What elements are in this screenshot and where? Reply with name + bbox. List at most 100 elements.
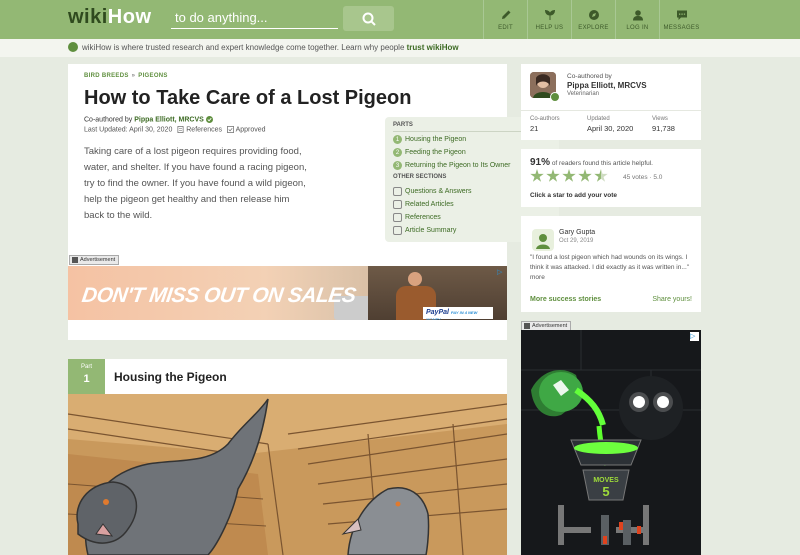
- header-nav: EDIT HELP US EXPLORE LOG IN MESSAGES: [483, 0, 703, 39]
- approved-label[interactable]: Approved: [236, 126, 266, 133]
- helpful-percent-value: 91%: [530, 157, 551, 168]
- article-header-card: BIRD BREEDS» PIGEONS How to Take Care of …: [68, 64, 559, 340]
- part-badge: Part 1: [68, 359, 105, 394]
- pigeon-box-drawing: [68, 394, 507, 555]
- article-title: How to Take Care of a Lost Pigeon: [84, 87, 412, 109]
- story-author: Gary Gupta: [559, 229, 596, 236]
- leaf-icon: [544, 9, 555, 20]
- references-icon: [393, 213, 402, 222]
- nav-edit[interactable]: EDIT: [483, 0, 527, 39]
- toc-part-3[interactable]: 3 Returning the Pigeon to Its Owner: [393, 161, 510, 170]
- toc-related-articles[interactable]: Related Articles: [393, 200, 454, 209]
- star-rating[interactable]: [530, 169, 608, 183]
- toc-part-number: 2: [393, 148, 402, 157]
- logo-wiki: wiki: [68, 6, 108, 28]
- compass-icon: [588, 9, 599, 20]
- toc-part-1[interactable]: 1 Housing the Pigeon: [393, 135, 466, 144]
- wikihow-logo[interactable]: wikiHow: [68, 6, 152, 29]
- more-success-stories-link[interactable]: More success stories: [530, 296, 601, 303]
- star-icon[interactable]: [546, 169, 560, 182]
- helpful-percentage: 91% of readers found this article helpfu…: [530, 157, 653, 168]
- game-ad[interactable]: MOVES 5 ▷: [521, 330, 701, 555]
- nav-help-us[interactable]: HELP US: [527, 0, 571, 39]
- half-star-icon[interactable]: [594, 169, 608, 182]
- verified-check-icon: [68, 42, 78, 52]
- chat-icon: [676, 10, 687, 20]
- verified-badge-icon: [205, 116, 213, 123]
- reader-avatar: [532, 229, 554, 251]
- stat-views: Views 91,738: [652, 116, 675, 133]
- rating-cta: Click a star to add your vote: [530, 192, 618, 199]
- coauthor-line: Co-authored by Pippa Elliott, MRCVS: [84, 116, 213, 123]
- summary-icon: [393, 226, 402, 235]
- nav-label: EDIT: [498, 24, 513, 31]
- ad-info-icon: [72, 257, 78, 263]
- toc-parts-heading: PARTS: [393, 122, 413, 128]
- breadcrumb-item[interactable]: BIRD BREEDS: [84, 73, 129, 79]
- toc-part-number: 3: [393, 161, 402, 170]
- article-intro: Taking care of a lost pigeon requires pr…: [84, 146, 307, 221]
- breadcrumb: BIRD BREEDS» PIGEONS: [84, 73, 168, 79]
- helpfulness-rating-card: 91% of readers found this article helpfu…: [521, 149, 701, 207]
- approved-icon: [227, 126, 234, 133]
- advertisement-label: Advertisement: [80, 257, 116, 263]
- toc-part-label: Feeding the Pigeon: [405, 149, 466, 156]
- stat-coauthors: Co-authors 21: [530, 116, 560, 133]
- toc-part-label: Returning the Pigeon to Its Owner: [405, 162, 511, 169]
- adchoices-icon[interactable]: ▷: [690, 332, 699, 341]
- coauthor-label: Co-authored by: [567, 73, 612, 80]
- stat-label: Views: [652, 116, 668, 122]
- potion-puzzle-artwork: MOVES 5: [521, 330, 701, 555]
- success-story-card: Gary Gupta Oct 29, 2019 "I found a lost …: [521, 216, 701, 312]
- nav-messages[interactable]: MESSAGES: [659, 0, 703, 39]
- nav-explore[interactable]: EXPLORE: [571, 0, 615, 39]
- search-input[interactable]: [171, 7, 338, 29]
- breadcrumb-separator: »: [131, 73, 136, 79]
- toc-part-2[interactable]: 2 Feeding the Pigeon: [393, 148, 466, 157]
- article-stats: Co-authors 21 Updated April 30, 2020 Views…: [521, 110, 701, 133]
- star-icon[interactable]: [578, 169, 592, 182]
- toc-other-heading: OTHER SECTIONS: [393, 174, 447, 180]
- banner-ad[interactable]: DON'T MISS OUT ON SALES PayPal PAY IN 4 …: [68, 266, 507, 320]
- stat-updated: Updated April 30, 2020: [587, 116, 633, 133]
- advertisement-label: Advertisement: [532, 323, 568, 329]
- updated-date: Last Updated: April 30, 2020: [84, 126, 173, 134]
- nav-log-in[interactable]: LOG IN: [615, 0, 659, 39]
- coauthor-card: Co-authored by Pippa Elliott, MRCVS Vete…: [521, 64, 701, 140]
- coauthor-role: Veterinarian: [567, 91, 600, 97]
- references-icon: [177, 126, 184, 133]
- toc-item-label: Article Summary: [405, 227, 457, 234]
- share-yours-link[interactable]: Share yours!: [652, 296, 692, 303]
- pigeon-illustration[interactable]: [68, 394, 507, 555]
- coauthor-name[interactable]: Pippa Elliott, MRCVS: [567, 81, 647, 90]
- advertisement-badge: Advertisement: [69, 255, 120, 265]
- pencil-icon: [501, 10, 510, 19]
- star-icon[interactable]: [530, 169, 544, 182]
- toc-references[interactable]: References: [393, 213, 441, 222]
- toc-article-summary[interactable]: Article Summary: [393, 226, 456, 235]
- coauthor-prefix: Co-authored by: [84, 116, 135, 124]
- search-icon: [362, 12, 376, 26]
- toc-item-label: Questions & Answers: [405, 188, 472, 195]
- story-date: Oct 29, 2019: [559, 238, 594, 244]
- trust-tagline-bar: wikiHow is where trusted research and ex…: [0, 39, 800, 57]
- breadcrumb-item[interactable]: PIGEONS: [138, 73, 167, 79]
- trust-tagline: wikiHow is where trusted research and ex…: [82, 43, 459, 52]
- star-icon[interactable]: [562, 169, 576, 182]
- toc-item-label: Related Articles: [405, 201, 454, 208]
- references-link[interactable]: References: [186, 126, 222, 133]
- question-icon: [393, 187, 402, 196]
- trust-link[interactable]: trust wikiHow: [407, 43, 459, 52]
- helpful-percent-text: of readers found this article helpful.: [550, 160, 653, 167]
- coauthor-link[interactable]: Pippa Elliott, MRCVS: [134, 116, 204, 123]
- section-card: Part 1 Housing the Pigeon: [68, 359, 507, 555]
- search-button[interactable]: [343, 6, 394, 31]
- part-number: 1: [83, 373, 90, 385]
- ad-info-icon: [524, 323, 530, 329]
- nav-label: MESSAGES: [663, 24, 700, 31]
- toc-item-label: References: [405, 214, 441, 221]
- nav-label: EXPLORE: [578, 24, 609, 31]
- story-quote: "I found a lost pigeon which had wounds …: [530, 254, 690, 281]
- toc-questions-answers[interactable]: Questions & Answers: [393, 187, 472, 196]
- adchoices-icon[interactable]: ▷: [497, 268, 505, 276]
